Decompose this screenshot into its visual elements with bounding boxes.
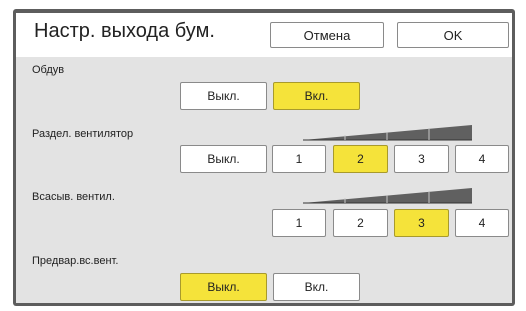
settings-panel: Настр. выхода бум. Отмена OK Обдув Выкл.… — [16, 13, 512, 303]
separation-fan-off-button[interactable]: Выкл. — [180, 145, 267, 173]
separation-fan-level-4-button[interactable]: 4 — [455, 145, 509, 173]
page-title: Настр. выхода бум. — [34, 20, 215, 42]
suction-fan-level-ramp — [303, 188, 472, 204]
suction-fan-level-3-button[interactable]: 3 — [394, 209, 449, 237]
cancel-button[interactable]: Отмена — [270, 22, 384, 48]
pre-suction-fan-off-button[interactable]: Выкл. — [180, 273, 267, 301]
separation-fan-level-1-button[interactable]: 1 — [272, 145, 326, 173]
suction-fan-level-4-button[interactable]: 4 — [455, 209, 509, 237]
header-bar: Настр. выхода бум. Отмена OK — [16, 13, 512, 57]
suction-fan-level-1-button[interactable]: 1 — [272, 209, 326, 237]
separation-fan-level-3-button[interactable]: 3 — [394, 145, 449, 173]
suction-fan-level-2-button[interactable]: 2 — [333, 209, 388, 237]
settings-body: Обдув Выкл. Вкл. Раздел. вентилятор Выкл… — [16, 57, 512, 303]
suction-fan-label: Всасыв. вентил. — [32, 191, 115, 203]
pre-suction-fan-label: Предвар.вс.вент. — [32, 255, 119, 267]
pre-suction-fan-on-button[interactable]: Вкл. — [273, 273, 360, 301]
separation-fan-level-ramp — [303, 125, 472, 141]
blow-label: Обдув — [32, 64, 65, 76]
ok-button[interactable]: OK — [397, 22, 509, 48]
separation-fan-level-2-button[interactable]: 2 — [333, 145, 388, 173]
separation-fan-label: Раздел. вентилятор — [32, 128, 134, 140]
blow-off-button[interactable]: Выкл. — [180, 82, 267, 110]
blow-on-button[interactable]: Вкл. — [273, 82, 360, 110]
